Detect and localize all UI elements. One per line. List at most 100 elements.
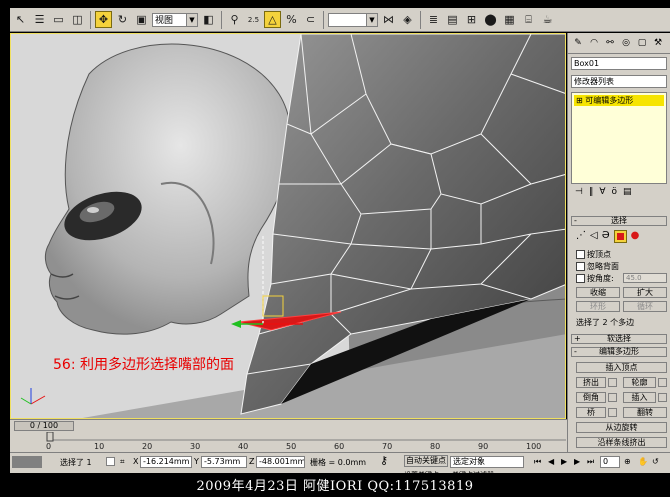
render-setup-icon[interactable]: ▦ bbox=[501, 11, 518, 28]
manipulate-icon[interactable]: ⚲ bbox=[226, 11, 243, 28]
create-tab-icon[interactable]: ✎ bbox=[571, 36, 585, 50]
stack-item-label: 可编辑多边形 bbox=[585, 96, 634, 105]
track-tick-label: 60 bbox=[334, 442, 345, 451]
current-frame-field[interactable]: 0 bbox=[600, 456, 620, 468]
perspective-viewport[interactable]: 56: 利用多边形选择嘴部的面 bbox=[10, 33, 566, 419]
inset-button[interactable]: 插入 bbox=[623, 392, 656, 403]
selection-rollout-header[interactable]: - 选择 bbox=[571, 216, 667, 226]
next-frame-icon[interactable]: ▶ bbox=[574, 457, 580, 466]
arc-rotate-icon[interactable]: ↺ bbox=[652, 457, 659, 466]
insert-vertex-button[interactable]: 插入顶点 bbox=[576, 362, 667, 373]
modifier-list-dropdown[interactable]: 修改器列表 bbox=[571, 75, 667, 88]
snap-toggle-icon[interactable]: 2.5 bbox=[245, 11, 262, 28]
edit-polygons-rollout-header[interactable]: - 编辑多边形 bbox=[571, 347, 667, 357]
rectangle-selection-icon[interactable]: ▭ bbox=[50, 11, 67, 28]
shrink-button[interactable]: 收缩 bbox=[576, 287, 620, 298]
z-label: Z bbox=[249, 457, 255, 466]
loop-button[interactable]: 循环 bbox=[623, 301, 667, 312]
hierarchy-tab-icon[interactable]: ⚯ bbox=[603, 36, 617, 50]
by-vertex-checkbox[interactable]: 按顶点 bbox=[576, 249, 611, 260]
extrude-along-spline-button[interactable]: 沿样条线挤出 bbox=[576, 437, 667, 448]
align-icon[interactable]: ◈ bbox=[399, 11, 416, 28]
select-and-rotate-icon[interactable]: ↻ bbox=[114, 11, 131, 28]
schematic-view-icon[interactable]: ⊞ bbox=[463, 11, 480, 28]
angle-value-field[interactable]: 45.0 bbox=[623, 273, 667, 283]
select-and-move-icon[interactable]: ✥ bbox=[95, 11, 112, 28]
selected-dropdown[interactable]: 选定对象 bbox=[450, 456, 524, 468]
select-by-name-icon[interactable]: ☰ bbox=[31, 11, 48, 28]
utilities-tab-icon[interactable]: ⚒ bbox=[651, 36, 665, 50]
app-window: ↖ ☰ ▭ ◫ ✥ ↻ ▣ 视图 ▼ ◧ ⚲ 2.5 △ % ⊂ ▼ ⋈ ◈ ≣ … bbox=[0, 0, 670, 497]
absolute-mode-icon[interactable]: ⌗ bbox=[120, 457, 125, 467]
zoom-icon[interactable]: ⊕ bbox=[624, 457, 631, 466]
stack-item-editable-poly[interactable]: ⊞ 可编辑多边形 bbox=[574, 95, 664, 106]
go-to-end-icon[interactable]: ⏭ bbox=[587, 457, 594, 467]
selection-lock-icon[interactable] bbox=[106, 457, 115, 466]
material-editor-icon[interactable]: ⬤ bbox=[482, 11, 499, 28]
inset-settings-icon[interactable] bbox=[658, 393, 667, 402]
modifier-stack: ⊞ 可编辑多边形 bbox=[571, 92, 667, 184]
select-and-scale-icon[interactable]: ▣ bbox=[133, 11, 150, 28]
window-crossing-icon[interactable]: ◫ bbox=[69, 11, 86, 28]
extrude-settings-icon[interactable] bbox=[608, 378, 617, 387]
pivot-center-icon[interactable]: ◧ bbox=[200, 11, 217, 28]
quick-render-icon[interactable]: ⌸ bbox=[520, 11, 537, 28]
time-slider[interactable]: 0 / 100 bbox=[10, 419, 567, 432]
polygon-icon[interactable] bbox=[613, 230, 627, 243]
subobject-icons: ⋰ ◁ Ə ● bbox=[576, 230, 639, 243]
go-to-start-icon[interactable]: ⏮ bbox=[534, 457, 541, 467]
x-coordinate-field[interactable]: -16.214mm bbox=[140, 456, 192, 468]
by-angle-checkbox[interactable]: 按角度: bbox=[576, 273, 614, 284]
border-icon[interactable]: Ə bbox=[602, 230, 610, 243]
named-selection-set[interactable]: ▼ bbox=[328, 12, 378, 27]
auto-key-button[interactable]: 自动关键点 bbox=[404, 455, 448, 467]
bevel-settings-icon[interactable] bbox=[608, 393, 617, 402]
grow-button[interactable]: 扩大 bbox=[623, 287, 667, 298]
edge-icon[interactable]: ◁ bbox=[590, 230, 598, 243]
y-coordinate-field[interactable]: -5.73mm bbox=[201, 456, 247, 468]
bridge-button[interactable]: 桥 bbox=[576, 407, 606, 418]
soft-selection-rollout-header[interactable]: + 软选择 bbox=[571, 334, 667, 344]
maxscript-listener[interactable] bbox=[12, 456, 42, 468]
spinner-snap-icon[interactable]: ⊂ bbox=[302, 11, 319, 28]
object-name-field[interactable]: Box01 bbox=[571, 57, 667, 70]
mirror-icon[interactable]: ⋈ bbox=[380, 11, 397, 28]
angle-snap-icon[interactable]: △ bbox=[264, 11, 281, 28]
render-teapot-icon[interactable]: ☕ bbox=[539, 11, 556, 28]
element-icon[interactable]: ● bbox=[631, 230, 640, 243]
stack-buttons: ⊣ ‖ ∀ ö ▤ bbox=[571, 185, 670, 199]
hinge-from-edge-button[interactable]: 从边旋转 bbox=[576, 422, 667, 433]
motion-tab-icon[interactable]: ◎ bbox=[619, 36, 633, 50]
outline-settings-icon[interactable] bbox=[658, 378, 667, 387]
vertex-icon[interactable]: ⋰ bbox=[576, 230, 586, 243]
make-unique-icon[interactable]: ∀ bbox=[599, 187, 605, 197]
time-slider-thumb[interactable]: 0 / 100 bbox=[14, 421, 74, 431]
reference-coordinate-select[interactable]: 视图 ▼ bbox=[152, 12, 198, 27]
curve-editor-icon[interactable]: ▤ bbox=[444, 11, 461, 28]
percent-snap-icon[interactable]: % bbox=[283, 11, 300, 28]
display-tab-icon[interactable]: ▢ bbox=[635, 36, 649, 50]
modify-tab-icon[interactable]: ◠ bbox=[587, 36, 601, 50]
pan-icon[interactable]: ✋ bbox=[638, 457, 648, 466]
select-object-icon[interactable]: ↖ bbox=[12, 11, 29, 28]
layer-manager-icon[interactable]: ≣ bbox=[425, 11, 442, 28]
stack-expand-icon[interactable]: ⊞ bbox=[576, 96, 585, 105]
play-icon[interactable]: ▶ bbox=[561, 457, 567, 466]
selection-count-text: 选择了 1 bbox=[60, 458, 92, 467]
key-mode-icon[interactable]: ⚷ bbox=[380, 454, 388, 467]
ignore-backfacing-checkbox[interactable]: 忽略背面 bbox=[576, 261, 619, 272]
track-bar[interactable]: 0 10 20 30 40 50 60 70 80 90 100 bbox=[10, 432, 567, 452]
z-coordinate-field[interactable]: -48.001mm bbox=[256, 456, 305, 468]
extrude-button[interactable]: 挤出 bbox=[576, 377, 606, 388]
previous-frame-icon[interactable]: ◀ bbox=[548, 457, 554, 466]
outline-button[interactable]: 轮廓 bbox=[623, 377, 656, 388]
flip-button[interactable]: 翻转 bbox=[623, 407, 667, 418]
show-end-result-icon[interactable]: ‖ bbox=[589, 187, 594, 197]
remove-modifier-icon[interactable]: ö bbox=[612, 187, 618, 197]
bridge-settings-icon[interactable] bbox=[608, 408, 617, 417]
bevel-button[interactable]: 倒角 bbox=[576, 392, 606, 403]
main-toolbar: ↖ ☰ ▭ ◫ ✥ ↻ ▣ 视图 ▼ ◧ ⚲ 2.5 △ % ⊂ ▼ ⋈ ◈ ≣ … bbox=[10, 8, 670, 32]
pin-stack-icon[interactable]: ⊣ bbox=[575, 187, 583, 197]
configure-sets-icon[interactable]: ▤ bbox=[623, 187, 632, 197]
ring-button[interactable]: 环形 bbox=[576, 301, 620, 312]
